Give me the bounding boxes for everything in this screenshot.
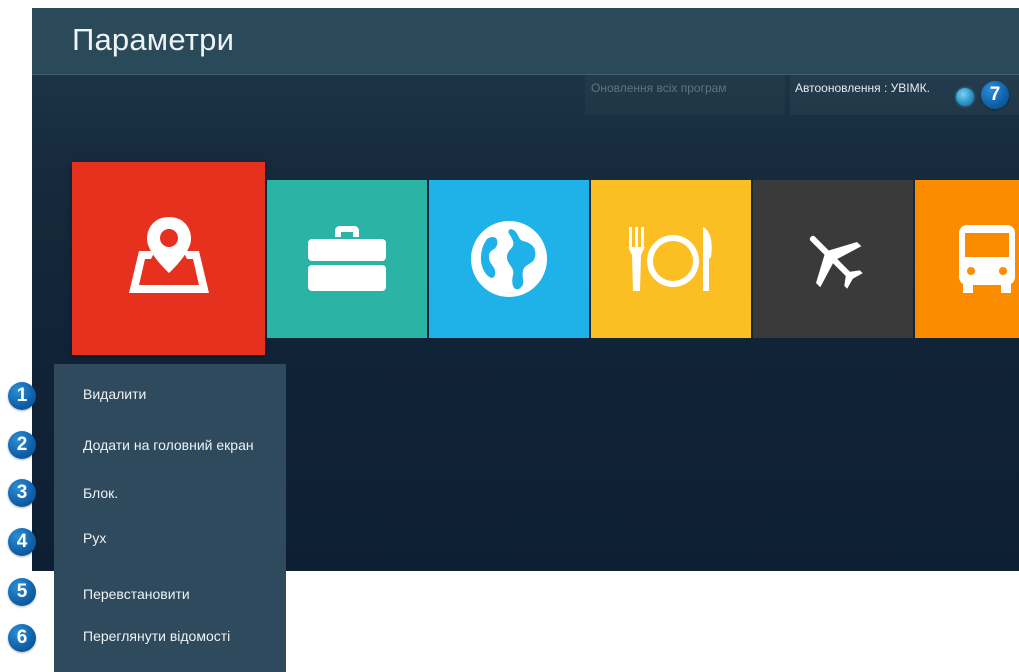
menu-item-reinstall[interactable]: Перевстановити [83, 586, 190, 602]
bus-icon [959, 225, 1015, 293]
callout-badge-7: 7 [981, 81, 1009, 109]
page-title: Параметри [72, 22, 235, 57]
menu-item-move[interactable]: Рух [83, 530, 106, 546]
update-all-apps-button[interactable]: Оновлення всіх програм [585, 75, 785, 115]
callout-badge-2: 2 [8, 431, 36, 459]
globe-icon [471, 221, 547, 297]
map-pin-icon [128, 216, 209, 293]
callout-badge-3: 3 [8, 479, 36, 507]
callout-badge-4: 4 [8, 528, 36, 556]
menu-item-add-to-home[interactable]: Додати на головний екран [83, 437, 254, 453]
map-tile[interactable] [72, 162, 265, 355]
briefcase-icon [308, 226, 386, 291]
globe-tile[interactable] [429, 180, 589, 338]
title-bar: Параметри [32, 8, 1019, 75]
airplane-icon [809, 235, 863, 289]
bus-tile[interactable] [915, 180, 1019, 338]
briefcase-tile[interactable] [267, 180, 427, 338]
menu-item-delete[interactable]: Видалити [83, 386, 146, 402]
auto-update-toggle-indicator [956, 88, 974, 106]
menu-item-view-details[interactable]: Переглянути відомості [83, 628, 230, 644]
airplane-tile[interactable] [753, 180, 913, 338]
callout-badge-5: 5 [8, 578, 36, 606]
callout-badge-1: 1 [8, 382, 36, 410]
callout-badge-6: 6 [8, 624, 36, 652]
dining-tile[interactable] [591, 180, 751, 338]
context-menu: Видалити Додати на головний екран Блок. … [54, 364, 286, 672]
annotated-screenshot: Параметри Оновлення всіх програм Автооно… [0, 0, 1019, 672]
dining-icon [628, 227, 712, 291]
menu-item-lock[interactable]: Блок. [83, 485, 118, 501]
